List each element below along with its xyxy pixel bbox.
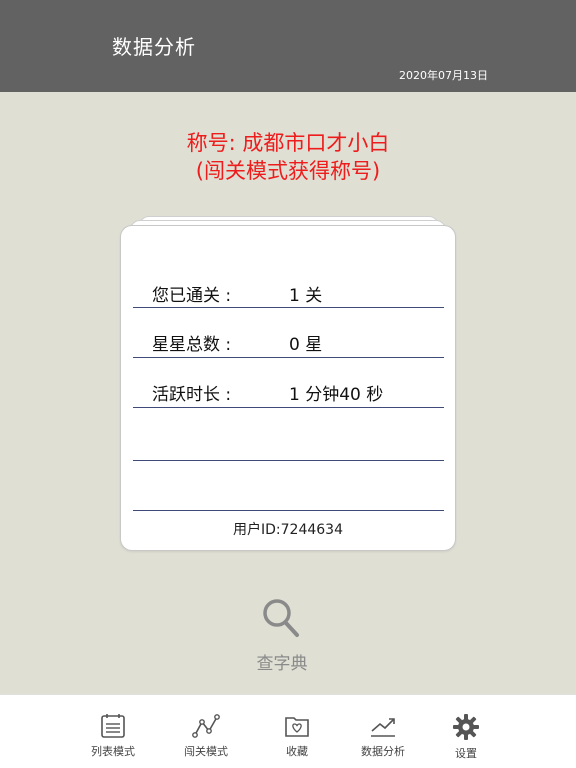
tab-data-analysis[interactable]: 数据分析 <box>343 713 423 759</box>
tab-challenge-mode[interactable]: 闯关模式 <box>166 713 246 759</box>
heart-folder-icon <box>285 717 309 737</box>
gear-icon <box>453 714 479 740</box>
trend-line-icon <box>371 718 395 737</box>
stat-label-active-time: 活跃时长 : <box>152 385 232 405</box>
dictionary-label: 查字典 <box>256 654 308 674</box>
stat-value-levels: 1 关 <box>289 286 323 306</box>
tab-label: 闯关模式 <box>184 745 228 758</box>
tab-list-mode[interactable]: 列表模式 <box>73 713 153 759</box>
tab-settings[interactable]: 设置 <box>426 713 506 761</box>
header-date: 2020年07月13日 <box>399 69 488 82</box>
search-icon <box>263 599 299 637</box>
stat-divider <box>133 357 444 358</box>
stat-value-active-time: 1 分钟40 秒 <box>289 385 384 405</box>
stat-divider <box>133 307 444 308</box>
main-content: 称号: 成都市口才小白 (闯关模式获得称号) 您已通关 : 1 关 星星总数 :… <box>0 92 576 694</box>
page-title: 数据分析 <box>112 35 196 59</box>
stats-card: 您已通关 : 1 关 星星总数 : 0 星 活跃时长 : 1 分钟40 秒 用户… <box>120 225 456 551</box>
stat-divider <box>133 460 444 461</box>
tab-label: 列表模式 <box>91 745 135 758</box>
stat-label-levels: 您已通关 : <box>152 286 232 306</box>
bottom-tab-bar: 列表模式 闯关模式 收藏 数据分析 设置 <box>0 694 576 768</box>
tab-label: 数据分析 <box>361 745 405 758</box>
tab-favorites[interactable]: 收藏 <box>257 713 337 759</box>
user-id: 用户ID:7244634 <box>233 522 343 538</box>
user-title: 称号: 成都市口才小白 <box>186 131 390 155</box>
stat-label-stars: 星星总数 : <box>152 335 232 355</box>
dictionary-button[interactable]: 查字典 <box>238 597 338 677</box>
tab-label: 设置 <box>455 747 477 760</box>
stat-divider <box>133 510 444 511</box>
user-title-note: (闯关模式获得称号) <box>195 159 381 183</box>
stat-divider <box>133 407 444 408</box>
stat-value-stars: 0 星 <box>289 335 323 355</box>
tab-label: 收藏 <box>286 745 308 758</box>
list-calendar-icon <box>101 714 125 738</box>
top-header: 数据分析 2020年07月13日 <box>0 0 576 92</box>
path-nodes-icon <box>192 714 220 738</box>
